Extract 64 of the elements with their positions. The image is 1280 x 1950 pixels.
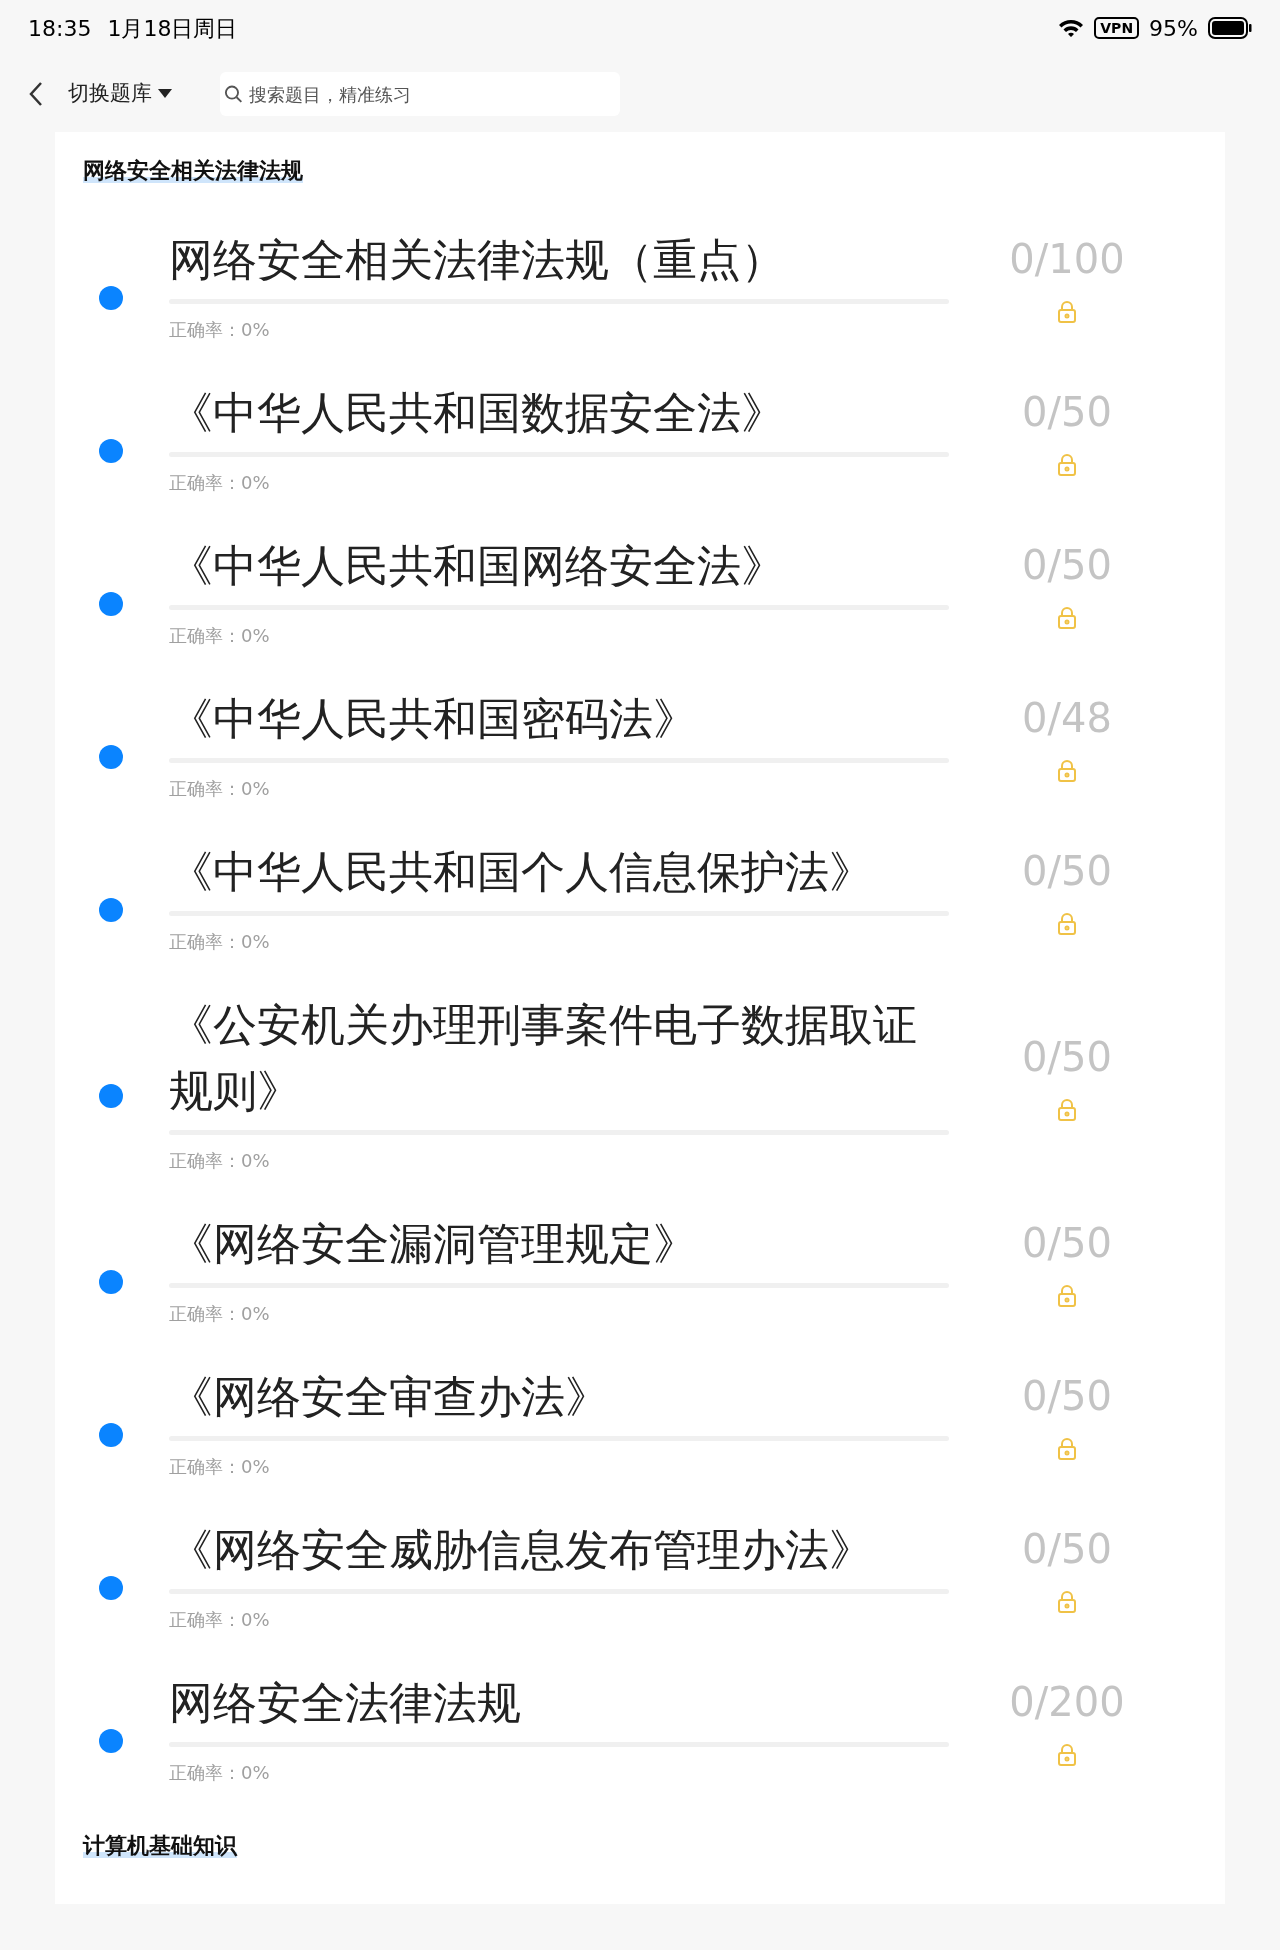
chapter-row[interactable]: 《网络安全漏洞管理规定》 正确率：0% 0/50 (55, 1195, 1225, 1348)
chapter-title: 《中华人民共和国密码法》 (169, 692, 698, 746)
chapter-title: 《网络安全漏洞管理规定》 (169, 1217, 698, 1271)
chapter-row[interactable]: 《网络安全审查办法》 正确率：0% 0/50 (55, 1348, 1225, 1501)
lock-icon (1057, 606, 1077, 629)
status-date: 1月18日周日 (107, 14, 238, 43)
question-count: 0/48 (1022, 693, 1112, 743)
lock-icon (1057, 1743, 1077, 1766)
search-field[interactable]: 搜索题目，精准练习 (220, 72, 620, 116)
chapter-row[interactable]: 《网络安全威胁信息发布管理办法》 正确率：0% 0/50 (55, 1501, 1225, 1654)
lock-icon (1057, 912, 1077, 935)
lock-icon (1057, 759, 1077, 782)
accuracy-label: 正确率：0% (169, 1761, 271, 1785)
chapter-title: 网络安全相关法律法规（重点） (169, 233, 786, 287)
lock-icon (1057, 1590, 1077, 1613)
status-time: 18:35 (28, 14, 92, 43)
accuracy-label: 正确率：0% (169, 1608, 271, 1632)
accuracy-label: 正确率：0% (169, 1302, 271, 1326)
accuracy-label: 正确率：0% (169, 1455, 271, 1479)
switch-bank-button[interactable]: 切换题库 (68, 78, 172, 110)
section-title: 计算机基础知识 (83, 1833, 237, 1858)
battery-percent: 95% (1149, 14, 1198, 43)
chapter-title: 《中华人民共和国个人信息保护法》 (169, 845, 874, 899)
lock-icon (1057, 453, 1077, 476)
accuracy-label: 正确率：0% (169, 318, 271, 342)
chapter-row[interactable]: 《中华人民共和国密码法》 正确率：0% 0/48 (55, 670, 1225, 823)
wifi-icon (1058, 18, 1085, 38)
accuracy-label: 正确率：0% (169, 471, 271, 495)
chapter-row[interactable]: 《中华人民共和国网络安全法》 正确率：0% 0/50 (55, 517, 1225, 670)
question-count: 0/50 (1022, 1524, 1112, 1574)
question-count: 0/100 (1009, 234, 1125, 284)
accuracy-label: 正确率：0% (169, 930, 271, 954)
accuracy-label: 正确率：0% (169, 1149, 271, 1173)
lock-icon (1057, 1098, 1077, 1121)
back-icon[interactable] (28, 81, 44, 107)
section-title: 网络安全相关法律法规 (83, 158, 303, 183)
chapter-row[interactable]: 网络安全法律法规 正确率：0% 0/200 (55, 1654, 1225, 1807)
chapter-row[interactable]: 网络安全相关法律法规（重点） 正确率：0% 0/100 (55, 211, 1225, 364)
question-count: 0/200 (1009, 1677, 1125, 1727)
battery-icon (1208, 17, 1252, 39)
search-input[interactable]: 搜索题目，精准练习 (248, 80, 616, 108)
question-count: 0/50 (1022, 1218, 1112, 1268)
chapter-title: 网络安全法律法规 (169, 1676, 522, 1730)
chapter-title: 《中华人民共和国网络安全法》 (169, 539, 786, 593)
lock-icon (1057, 300, 1077, 323)
question-count: 0/50 (1022, 1032, 1112, 1082)
lock-icon (1057, 1437, 1077, 1460)
search-icon (224, 84, 243, 104)
caret-icon (158, 89, 172, 99)
question-count: 0/50 (1022, 387, 1112, 437)
vpn-badge: VPN (1094, 17, 1140, 39)
question-count: 0/50 (1022, 846, 1112, 896)
accuracy-label: 正确率：0% (169, 777, 271, 801)
accuracy-label: 正确率：0% (169, 624, 271, 648)
question-count: 0/50 (1022, 1371, 1112, 1421)
chapter-title: 《网络安全威胁信息发布管理办法》 (169, 1523, 874, 1577)
question-count: 0/50 (1022, 540, 1112, 590)
lock-icon (1057, 1284, 1077, 1307)
chapter-title: 《网络安全审查办法》 (169, 1370, 610, 1424)
chapter-row[interactable]: 《中华人民共和国数据安全法》 正确率：0% 0/50 (55, 364, 1225, 517)
chapter-title: 《公安机关办理刑事案件电子数据取证规则》 (169, 998, 918, 1118)
chapter-row[interactable]: 《中华人民共和国个人信息保护法》 正确率：0% 0/50 (55, 823, 1225, 976)
chapter-row[interactable]: 《公安机关办理刑事案件电子数据取证规则》 正确率：0% 0/50 (55, 976, 1225, 1195)
chapter-title: 《中华人民共和国数据安全法》 (169, 386, 786, 440)
